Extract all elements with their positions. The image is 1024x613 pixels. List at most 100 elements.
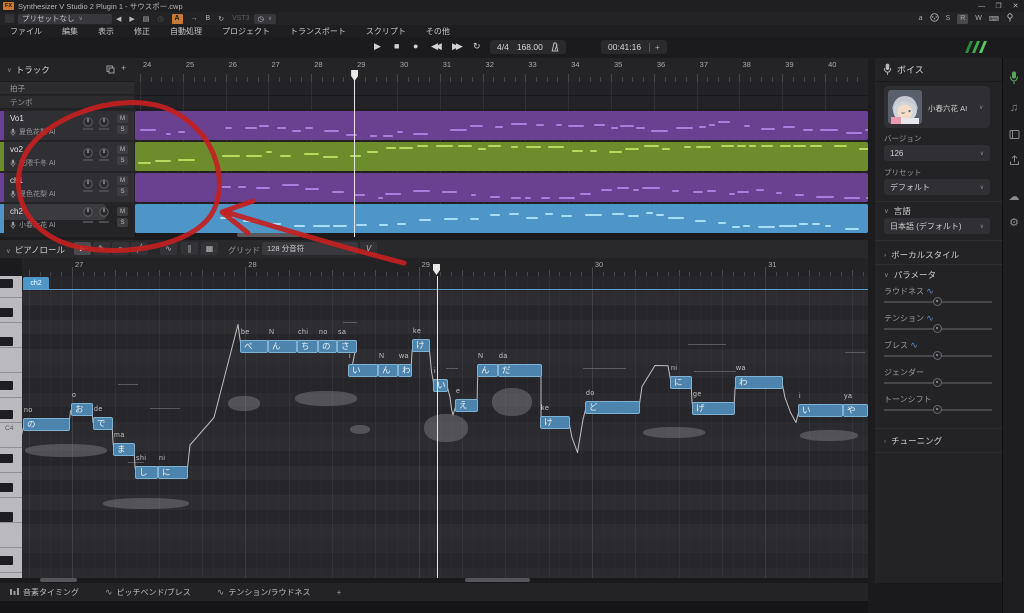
forward-button[interactable]: ▶▶	[452, 41, 460, 52]
record-button[interactable]: ●	[413, 41, 418, 51]
black-key[interactable]	[0, 483, 13, 493]
solo-button[interactable]: S	[117, 218, 128, 227]
voice-selector[interactable]: 小春六花 AI ∨	[884, 86, 990, 128]
note-wa[interactable]: わ	[735, 376, 783, 389]
duplicate-track-icon[interactable]	[106, 65, 115, 74]
add-track-button[interactable]: +	[121, 63, 126, 73]
note-do[interactable]: ど	[585, 401, 640, 414]
menu-item-transport[interactable]: トランスポート	[280, 26, 356, 37]
arrange-timeline-ruler[interactable]: 242526272829303132333435363738394041	[135, 58, 868, 83]
black-key[interactable]	[0, 337, 13, 347]
note-de[interactable]: で	[93, 417, 113, 430]
note-e[interactable]: え	[455, 399, 478, 412]
pan-knob[interactable]	[83, 145, 93, 155]
note-ke[interactable]: け	[412, 339, 430, 352]
record-arm-icon[interactable]: R	[957, 14, 968, 24]
settings-icon[interactable]: ⚙	[1003, 212, 1024, 232]
voice-icon[interactable]	[1003, 68, 1024, 88]
wave-icon[interactable]: ∿	[910, 340, 918, 350]
pitch-curve[interactable]	[22, 276, 868, 578]
time-plus-icon[interactable]: +	[649, 43, 660, 52]
black-key[interactable]	[0, 279, 13, 289]
arrange-area[interactable]	[135, 82, 868, 233]
track-row-Vo1[interactable]: Vo1夏色花梨 AIMS	[0, 111, 134, 140]
pianoroll-hscroll-thumb2[interactable]	[465, 578, 530, 582]
midi-icon[interactable]	[930, 13, 939, 24]
pianoroll-canvas[interactable]: noのoおdeでmaまshiしniにbeべNんchiちnoのsaさiいNんwaわ…	[22, 276, 868, 578]
save-preset-icon[interactable]: ▤	[143, 15, 150, 23]
tempo-value[interactable]: 168.00	[517, 42, 543, 52]
reset-icon[interactable]: ↻	[218, 15, 224, 23]
arc-tool[interactable]: ∩	[112, 242, 129, 255]
ab-compare-b-button[interactable]: B	[206, 15, 211, 22]
param-thumb-2[interactable]	[933, 351, 942, 360]
language-dropdown[interactable]: 日本語 (デフォルト)∨	[884, 218, 990, 234]
minimize-button[interactable]: —	[973, 0, 990, 12]
note-ke[interactable]: け	[540, 416, 570, 429]
voice-panel-header[interactable]: ボイス	[875, 58, 1002, 82]
pan-knob[interactable]	[83, 114, 93, 124]
parameters-section-header[interactable]: ∨パラメータ	[884, 269, 936, 281]
bypass-clock-dropdown[interactable]: ◷ ∨	[254, 14, 277, 24]
note-wa[interactable]: わ	[398, 364, 412, 377]
param-thumb-1[interactable]	[933, 324, 942, 333]
note-i[interactable]: い	[798, 404, 843, 417]
solo-button[interactable]: S	[117, 187, 128, 196]
volume-knob[interactable]	[99, 114, 109, 124]
solo-icon[interactable]: S	[946, 15, 951, 22]
note-ma[interactable]: ま	[113, 443, 135, 456]
pitchbend-breath-tab[interactable]: ∿ピッチベンド/ブレス	[105, 587, 191, 598]
black-key[interactable]	[0, 454, 13, 464]
mute-button[interactable]: M	[117, 176, 128, 185]
time-signature[interactable]: 4/4	[497, 42, 509, 52]
cloud-icon[interactable]: ☁	[1003, 186, 1024, 206]
ab-compare-a-button[interactable]: A	[172, 14, 183, 24]
write-icon[interactable]: W	[975, 15, 982, 22]
note-ni[interactable]: に	[670, 376, 692, 389]
maximize-button[interactable]: ❐	[990, 0, 1007, 12]
mute-button[interactable]: M	[117, 207, 128, 216]
next-preset-button[interactable]: ▶	[129, 15, 134, 23]
black-key[interactable]	[0, 512, 13, 522]
loop-button[interactable]: ↻	[473, 41, 481, 52]
group-tab-ch2[interactable]: ch2	[23, 277, 49, 289]
mute-button[interactable]: M	[117, 114, 128, 123]
note-o[interactable]: お	[71, 403, 93, 416]
track-row-ch2[interactable]: ch2小春六花 AIMS	[0, 204, 106, 220]
time-value[interactable]: 00:41:16	[608, 42, 641, 52]
voicing-tool[interactable]: V	[360, 242, 377, 255]
tension-loudness-tab[interactable]: ∿テンション/ラウドネス	[217, 587, 311, 598]
black-key[interactable]	[0, 308, 13, 318]
black-key[interactable]	[0, 410, 13, 420]
export-icon[interactable]	[1003, 150, 1024, 170]
note-chi[interactable]: ち	[297, 340, 318, 353]
volume-knob[interactable]	[99, 207, 109, 217]
language-section-header[interactable]: ∨言語	[884, 205, 911, 217]
tempo-display-box[interactable]: 4/4 168.00	[490, 40, 566, 54]
copy-ab-arrow-icon[interactable]: →	[191, 15, 198, 22]
phoneme-timing-tab[interactable]: 音素タイミング	[10, 587, 79, 598]
timesig-row[interactable]: 拍子	[0, 82, 134, 95]
prev-preset-button[interactable]: ◀	[116, 15, 121, 23]
wave-icon[interactable]: ∿	[926, 313, 934, 323]
clip-vo2[interactable]	[135, 142, 868, 171]
param-thumb-0[interactable]	[933, 297, 942, 306]
play-button[interactable]: ▶	[374, 41, 381, 52]
note-no[interactable]: の	[318, 340, 337, 353]
compare-clock-icon[interactable]: ◷	[157, 15, 163, 23]
stop-button[interactable]: ■	[394, 41, 399, 51]
preset-dropdown[interactable]: プリセットなし ∨	[18, 14, 112, 24]
pointer-tool[interactable]: ►	[74, 242, 91, 255]
note-sa[interactable]: さ	[337, 340, 357, 353]
library-icon[interactable]	[1003, 124, 1024, 144]
track-panel-header[interactable]: ∨ トラック +	[0, 58, 135, 82]
tempo-row[interactable]: テンポ	[0, 96, 134, 109]
track-row-ch1[interactable]: ch1夏色花梨 AIMS	[0, 173, 134, 202]
pianoroll-header[interactable]: ∨ピアノロール	[6, 244, 65, 256]
notes-icon[interactable]: ♫	[1003, 98, 1024, 118]
note-be[interactable]: べ	[240, 340, 268, 353]
volume-knob[interactable]	[99, 145, 109, 155]
time-display-box[interactable]: 00:41:16 +	[601, 40, 667, 54]
note-N[interactable]: ん	[378, 364, 398, 377]
param-thumb-3[interactable]	[933, 378, 942, 387]
